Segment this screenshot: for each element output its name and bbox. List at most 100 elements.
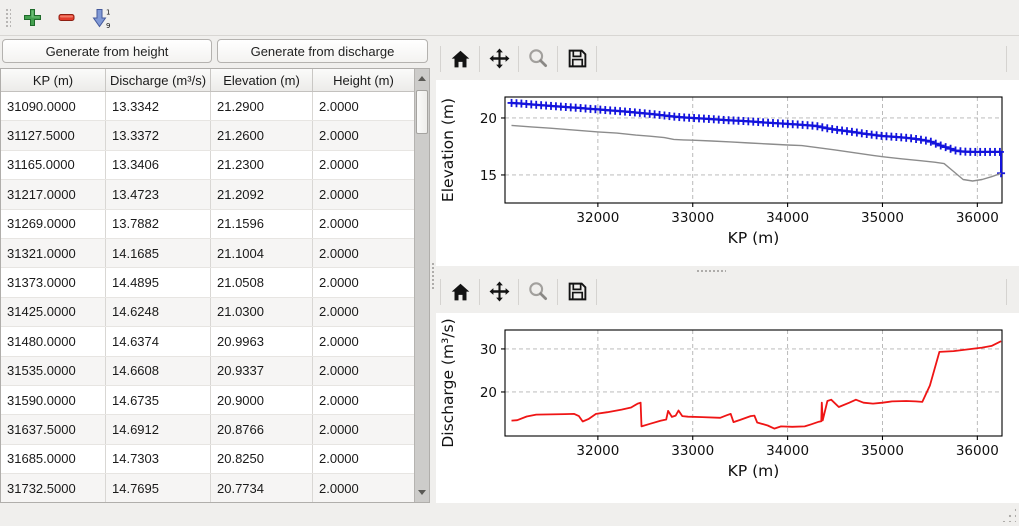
table-cell[interactable]: 2.0000 <box>313 386 414 414</box>
table-cell[interactable]: 14.6374 <box>106 327 211 355</box>
column-header-kp[interactable]: KP (m) <box>1 69 106 91</box>
add-row-button[interactable] <box>19 5 45 31</box>
table-cell[interactable]: 31090.0000 <box>1 92 106 120</box>
save-button[interactable] <box>562 278 592 306</box>
table-cell[interactable]: 31425.0000 <box>1 298 106 326</box>
table-cell[interactable]: 31732.5000 <box>1 474 106 502</box>
table-cell[interactable]: 21.2900 <box>211 92 313 120</box>
table-cell[interactable]: 14.7695 <box>106 474 211 502</box>
table-row[interactable]: 31732.500014.769520.77342.0000 <box>1 474 414 502</box>
table-cell[interactable]: 14.6912 <box>106 415 211 443</box>
generate-from-discharge-button[interactable]: Generate from discharge <box>217 39 428 63</box>
home-button[interactable] <box>445 45 475 73</box>
table-cell[interactable]: 20.9337 <box>211 357 313 385</box>
table-scrollbar[interactable] <box>414 69 429 502</box>
table-cell[interactable]: 20.7734 <box>211 474 313 502</box>
table-cell[interactable]: 20.8250 <box>211 445 313 473</box>
table-cell[interactable]: 2.0000 <box>313 474 414 502</box>
table-cell[interactable]: 13.7882 <box>106 210 211 238</box>
table-row[interactable]: 31535.000014.660820.93372.0000 <box>1 357 414 386</box>
table-cell[interactable]: 2.0000 <box>313 445 414 473</box>
table-cell[interactable]: 31480.0000 <box>1 327 106 355</box>
table-cell[interactable]: 2.0000 <box>313 210 414 238</box>
table-cell[interactable]: 20.9000 <box>211 386 313 414</box>
table-cell[interactable]: 2.0000 <box>313 298 414 326</box>
table-cell[interactable]: 31590.0000 <box>1 386 106 414</box>
table-cell[interactable]: 31685.0000 <box>1 445 106 473</box>
table-cell[interactable]: 14.1685 <box>106 239 211 267</box>
table-row[interactable]: 31373.000014.489521.05082.0000 <box>1 268 414 297</box>
table-cell[interactable]: 31321.0000 <box>1 239 106 267</box>
table-row[interactable]: 31269.000013.788221.15962.0000 <box>1 210 414 239</box>
table-cell[interactable]: 31535.0000 <box>1 357 106 385</box>
discharge-plot-canvas[interactable]: 32000330003400035000360002030KP (m)Disch… <box>436 313 1019 503</box>
table-cell[interactable]: 21.2600 <box>211 121 313 149</box>
table-cell[interactable]: 2.0000 <box>313 239 414 267</box>
table-row[interactable]: 31480.000014.637420.99632.0000 <box>1 327 414 356</box>
table-cell[interactable]: 14.6735 <box>106 386 211 414</box>
generate-from-height-button[interactable]: Generate from height <box>2 39 212 63</box>
zoom-button[interactable] <box>523 278 553 306</box>
column-header-height[interactable]: Height (m) <box>313 69 414 91</box>
table-row[interactable]: 31127.500013.337221.26002.0000 <box>1 121 414 150</box>
table-cell[interactable]: 13.3372 <box>106 121 211 149</box>
table-cell[interactable]: 2.0000 <box>313 92 414 120</box>
plus-icon <box>23 8 42 27</box>
table-cell[interactable]: 13.3342 <box>106 92 211 120</box>
table-header-row: KP (m) Discharge (m³/s) Elevation (m) He… <box>1 69 429 92</box>
table-cell[interactable]: 31269.0000 <box>1 210 106 238</box>
zoom-button[interactable] <box>523 45 553 73</box>
remove-row-button[interactable] <box>53 5 79 31</box>
table-row[interactable]: 31217.000013.472321.20922.0000 <box>1 180 414 209</box>
table-row[interactable]: 31685.000014.730320.82502.0000 <box>1 445 414 474</box>
table-cell[interactable]: 14.6608 <box>106 357 211 385</box>
table-row[interactable]: 31590.000014.673520.90002.0000 <box>1 386 414 415</box>
table-cell[interactable]: 31217.0000 <box>1 180 106 208</box>
table-cell[interactable]: 21.0300 <box>211 298 313 326</box>
pan-button[interactable] <box>484 278 514 306</box>
table-cell[interactable]: 31373.0000 <box>1 268 106 296</box>
table-row[interactable]: 31425.000014.624821.03002.0000 <box>1 298 414 327</box>
table-cell[interactable]: 14.7303 <box>106 445 211 473</box>
table-cell[interactable]: 21.1596 <box>211 210 313 238</box>
table-cell[interactable]: 21.2300 <box>211 151 313 179</box>
table-cell[interactable]: 31165.0000 <box>1 151 106 179</box>
table-row[interactable]: 31090.000013.334221.29002.0000 <box>1 92 414 121</box>
toolbar-grip-handle[interactable] <box>4 7 11 29</box>
table-cell[interactable]: 13.4723 <box>106 180 211 208</box>
elevation-plot-canvas[interactable]: 32000330003400035000360001520KP (m)Eleva… <box>436 80 1019 266</box>
move-icon <box>489 281 510 302</box>
svg-text:Discharge (m³/s): Discharge (m³/s) <box>439 318 457 447</box>
home-button[interactable] <box>445 278 475 306</box>
table-cell[interactable]: 2.0000 <box>313 327 414 355</box>
table-row[interactable]: 31165.000013.340621.23002.0000 <box>1 151 414 180</box>
table-cell[interactable]: 2.0000 <box>313 151 414 179</box>
scrollbar-thumb[interactable] <box>416 90 428 134</box>
table-cell[interactable]: 2.0000 <box>313 121 414 149</box>
table-cell[interactable]: 14.4895 <box>106 268 211 296</box>
window-resize-grip[interactable] <box>1000 506 1016 522</box>
table-cell[interactable]: 2.0000 <box>313 357 414 385</box>
table-cell[interactable]: 2.0000 <box>313 180 414 208</box>
table-cell[interactable]: 21.2092 <box>211 180 313 208</box>
scrollbar-down-button[interactable] <box>415 483 429 502</box>
column-header-discharge[interactable]: Discharge (m³/s) <box>106 69 211 91</box>
column-header-elevation[interactable]: Elevation (m) <box>211 69 313 91</box>
save-button[interactable] <box>562 45 592 73</box>
scrollbar-up-button[interactable] <box>415 69 429 88</box>
pan-button[interactable] <box>484 45 514 73</box>
table-cell[interactable]: 20.9963 <box>211 327 313 355</box>
sort-ascending-button[interactable]: 1 9 <box>87 5 113 31</box>
table-row[interactable]: 31321.000014.168521.10042.0000 <box>1 239 414 268</box>
table-cell[interactable]: 20.8766 <box>211 415 313 443</box>
table-cell[interactable]: 13.3406 <box>106 151 211 179</box>
table-row[interactable]: 31637.500014.691220.87662.0000 <box>1 415 414 444</box>
table-cell[interactable]: 31637.5000 <box>1 415 106 443</box>
table-cell[interactable]: 21.0508 <box>211 268 313 296</box>
table-cell[interactable]: 31127.5000 <box>1 121 106 149</box>
table-cell[interactable]: 21.1004 <box>211 239 313 267</box>
table-cell[interactable]: 2.0000 <box>313 268 414 296</box>
table-cell[interactable]: 14.6248 <box>106 298 211 326</box>
table-cell[interactable]: 2.0000 <box>313 415 414 443</box>
horizontal-splitter-grip-icon[interactable] <box>696 269 726 273</box>
